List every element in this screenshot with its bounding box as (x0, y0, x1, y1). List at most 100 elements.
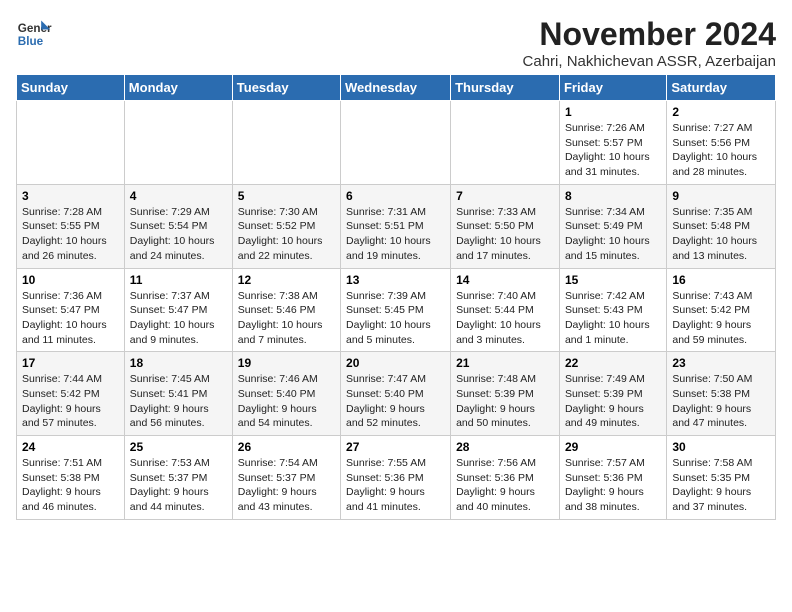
day-info: Sunrise: 7:26 AM Sunset: 5:57 PM Dayligh… (565, 121, 661, 180)
day-number: 3 (22, 189, 119, 203)
day-info: Sunrise: 7:28 AM Sunset: 5:55 PM Dayligh… (22, 205, 119, 264)
day-info: Sunrise: 7:30 AM Sunset: 5:52 PM Dayligh… (238, 205, 335, 264)
day-number: 15 (565, 273, 661, 287)
day-number: 1 (565, 105, 661, 119)
day-number: 10 (22, 273, 119, 287)
calendar-cell (124, 101, 232, 185)
day-number: 19 (238, 356, 335, 370)
day-info: Sunrise: 7:45 AM Sunset: 5:41 PM Dayligh… (130, 372, 227, 431)
day-number: 22 (565, 356, 661, 370)
calendar-cell: 15Sunrise: 7:42 AM Sunset: 5:43 PM Dayli… (559, 268, 666, 352)
calendar-cell: 4Sunrise: 7:29 AM Sunset: 5:54 PM Daylig… (124, 184, 232, 268)
day-number: 21 (456, 356, 554, 370)
calendar-cell: 5 Sunrise: 7:30 AM Sunset: 5:52 PM Daylig… (232, 184, 340, 268)
day-info: Sunrise: 7:46 AM Sunset: 5:40 PM Dayligh… (238, 372, 335, 431)
calendar-week-row: 10 Sunrise: 7:36 AM Sunset: 5:47 PM Dayli… (17, 268, 776, 352)
day-number: 13 (346, 273, 445, 287)
calendar-week-row: 24 Sunrise: 7:51 AM Sunset: 5:38 PM Dayli… (17, 436, 776, 520)
day-info: Sunrise: 7:43 AM Sunset: 5:42 PM Dayligh… (672, 289, 770, 348)
logo: General Blue (16, 16, 52, 52)
calendar-cell: 8Sunrise: 7:34 AM Sunset: 5:49 PM Daylig… (559, 184, 666, 268)
calendar-cell: 20Sunrise: 7:47 AM Sunset: 5:40 PM Dayli… (341, 352, 451, 436)
calendar-cell: 14 Sunrise: 7:40 AM Sunset: 5:44 PM Dayli… (451, 268, 560, 352)
calendar-cell: 17 Sunrise: 7:44 AM Sunset: 5:42 PM Dayli… (17, 352, 125, 436)
calendar-cell: 11 Sunrise: 7:37 AM Sunset: 5:47 PM Dayli… (124, 268, 232, 352)
day-info: Sunrise: 7:40 AM Sunset: 5:44 PM Dayligh… (456, 289, 554, 348)
calendar-cell: 3 Sunrise: 7:28 AM Sunset: 5:55 PM Daylig… (17, 184, 125, 268)
day-number: 5 (238, 189, 335, 203)
day-number: 6 (346, 189, 445, 203)
day-of-week-header: Wednesday (341, 75, 451, 101)
day-number: 20 (346, 356, 445, 370)
day-info: Sunrise: 7:48 AM Sunset: 5:39 PM Dayligh… (456, 372, 554, 431)
location-title: Cahri, Nakhichevan ASSR, Azerbaijan (523, 53, 776, 70)
day-info: Sunrise: 7:36 AM Sunset: 5:47 PM Dayligh… (22, 289, 119, 348)
day-number: 14 (456, 273, 554, 287)
day-of-week-header: Friday (559, 75, 666, 101)
day-info: Sunrise: 7:44 AM Sunset: 5:42 PM Dayligh… (22, 372, 119, 431)
calendar-cell: 7Sunrise: 7:33 AM Sunset: 5:50 PM Daylig… (451, 184, 560, 268)
calendar-cell: 1 Sunrise: 7:26 AM Sunset: 5:57 PM Daylig… (559, 101, 666, 185)
calendar-cell: 13 Sunrise: 7:39 AM Sunset: 5:45 PM Dayli… (341, 268, 451, 352)
day-number: 2 (672, 105, 770, 119)
calendar-cell: 28 Sunrise: 7:56 AM Sunset: 5:36 PM Dayli… (451, 436, 560, 520)
calendar-table: SundayMondayTuesdayWednesdayThursdayFrid… (16, 74, 776, 520)
day-number: 17 (22, 356, 119, 370)
day-info: Sunrise: 7:31 AM Sunset: 5:51 PM Dayligh… (346, 205, 445, 264)
day-number: 24 (22, 440, 119, 454)
day-info: Sunrise: 7:51 AM Sunset: 5:38 PM Dayligh… (22, 456, 119, 515)
calendar-cell: 12Sunrise: 7:38 AM Sunset: 5:46 PM Dayli… (232, 268, 340, 352)
day-number: 27 (346, 440, 445, 454)
day-number: 16 (672, 273, 770, 287)
calendar-cell: 22Sunrise: 7:49 AM Sunset: 5:39 PM Dayli… (559, 352, 666, 436)
day-info: Sunrise: 7:53 AM Sunset: 5:37 PM Dayligh… (130, 456, 227, 515)
day-info: Sunrise: 7:55 AM Sunset: 5:36 PM Dayligh… (346, 456, 445, 515)
calendar-cell: 27 Sunrise: 7:55 AM Sunset: 5:36 PM Dayli… (341, 436, 451, 520)
calendar-cell: 19 Sunrise: 7:46 AM Sunset: 5:40 PM Dayli… (232, 352, 340, 436)
day-info: Sunrise: 7:56 AM Sunset: 5:36 PM Dayligh… (456, 456, 554, 515)
calendar-cell: 9 Sunrise: 7:35 AM Sunset: 5:48 PM Daylig… (667, 184, 776, 268)
calendar-cell (17, 101, 125, 185)
calendar-week-row: 17 Sunrise: 7:44 AM Sunset: 5:42 PM Dayli… (17, 352, 776, 436)
calendar-cell: 2 Sunrise: 7:27 AM Sunset: 5:56 PM Daylig… (667, 101, 776, 185)
day-of-week-header: Sunday (17, 75, 125, 101)
calendar-cell: 16 Sunrise: 7:43 AM Sunset: 5:42 PM Dayli… (667, 268, 776, 352)
calendar-cell: 23Sunrise: 7:50 AM Sunset: 5:38 PM Dayli… (667, 352, 776, 436)
calendar-cell: 6 Sunrise: 7:31 AM Sunset: 5:51 PM Daylig… (341, 184, 451, 268)
day-info: Sunrise: 7:29 AM Sunset: 5:54 PM Dayligh… (130, 205, 227, 264)
day-info: Sunrise: 7:38 AM Sunset: 5:46 PM Dayligh… (238, 289, 335, 348)
day-number: 11 (130, 273, 227, 287)
calendar-cell (451, 101, 560, 185)
day-info: Sunrise: 7:54 AM Sunset: 5:37 PM Dayligh… (238, 456, 335, 515)
day-number: 25 (130, 440, 227, 454)
calendar-header-row: SundayMondayTuesdayWednesdayThursdayFrid… (17, 75, 776, 101)
day-of-week-header: Thursday (451, 75, 560, 101)
day-info: Sunrise: 7:39 AM Sunset: 5:45 PM Dayligh… (346, 289, 445, 348)
svg-text:Blue: Blue (18, 35, 44, 48)
calendar-cell: 29Sunrise: 7:57 AM Sunset: 5:36 PM Dayli… (559, 436, 666, 520)
day-number: 23 (672, 356, 770, 370)
day-of-week-header: Tuesday (232, 75, 340, 101)
day-info: Sunrise: 7:37 AM Sunset: 5:47 PM Dayligh… (130, 289, 227, 348)
calendar-cell: 18Sunrise: 7:45 AM Sunset: 5:41 PM Dayli… (124, 352, 232, 436)
day-of-week-header: Monday (124, 75, 232, 101)
page-header: General Blue November 2024 Cahri, Nakhic… (16, 16, 776, 70)
day-info: Sunrise: 7:27 AM Sunset: 5:56 PM Dayligh… (672, 121, 770, 180)
calendar-cell: 30Sunrise: 7:58 AM Sunset: 5:35 PM Dayli… (667, 436, 776, 520)
day-number: 26 (238, 440, 335, 454)
calendar-cell: 26 Sunrise: 7:54 AM Sunset: 5:37 PM Dayli… (232, 436, 340, 520)
calendar-week-row: 3 Sunrise: 7:28 AM Sunset: 5:55 PM Daylig… (17, 184, 776, 268)
calendar-cell (232, 101, 340, 185)
day-info: Sunrise: 7:35 AM Sunset: 5:48 PM Dayligh… (672, 205, 770, 264)
calendar-cell: 24 Sunrise: 7:51 AM Sunset: 5:38 PM Dayli… (17, 436, 125, 520)
day-number: 30 (672, 440, 770, 454)
calendar-cell: 25 Sunrise: 7:53 AM Sunset: 5:37 PM Dayli… (124, 436, 232, 520)
calendar-cell (341, 101, 451, 185)
day-number: 28 (456, 440, 554, 454)
day-number: 7 (456, 189, 554, 203)
title-area: November 2024 Cahri, Nakhichevan ASSR, A… (523, 16, 776, 70)
day-number: 9 (672, 189, 770, 203)
day-info: Sunrise: 7:57 AM Sunset: 5:36 PM Dayligh… (565, 456, 661, 515)
day-number: 8 (565, 189, 661, 203)
calendar-cell: 21 Sunrise: 7:48 AM Sunset: 5:39 PM Dayli… (451, 352, 560, 436)
